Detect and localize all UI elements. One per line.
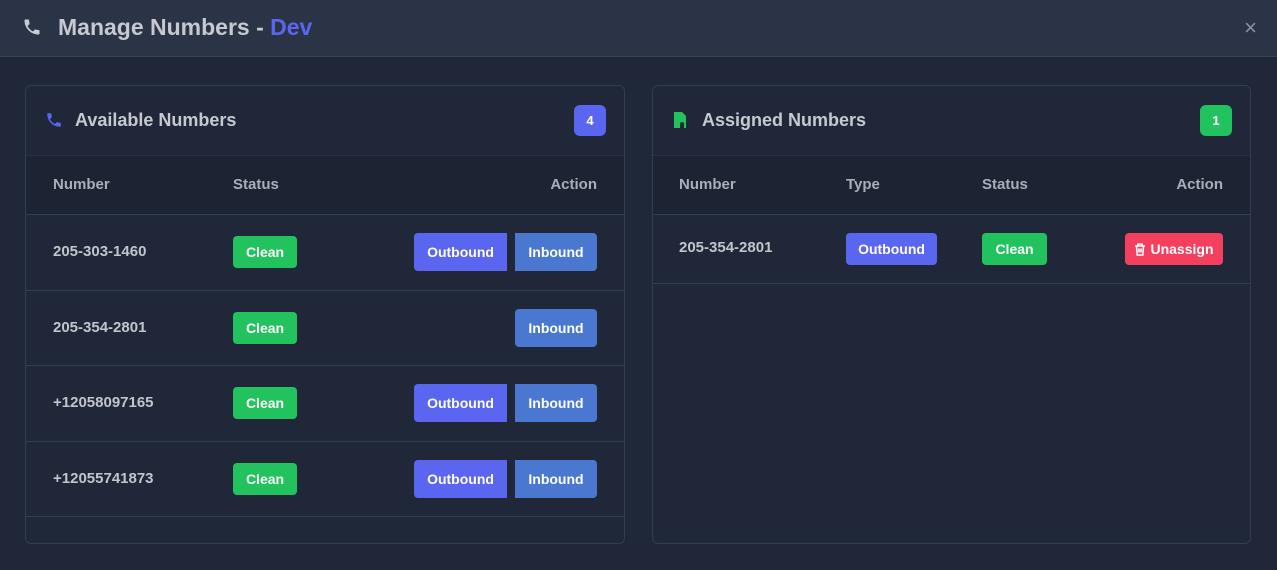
phone-icon <box>47 113 61 127</box>
table-row: 205-354-2801 Clean Inbound <box>26 291 624 366</box>
phone-number: +12058097165 <box>53 394 154 411</box>
environment-name: Dev <box>270 14 313 40</box>
inbound-button[interactable]: Inbound <box>515 384 597 422</box>
status-badge: Clean <box>233 311 297 344</box>
outbound-button[interactable]: Outbound <box>414 384 507 422</box>
table-row: 205-354-2801 Outbound Clean Unassign <box>653 215 1250 284</box>
phone-number: 205-303-1460 <box>53 243 147 260</box>
outbound-button[interactable]: Outbound <box>414 459 507 498</box>
column-action: Action <box>1176 176 1223 193</box>
available-numbers-panel: Available Numbers 4 Number Status Action… <box>25 85 625 544</box>
assigned-numbers-panel: Assigned Numbers 1 Number Type Status Ac… <box>652 85 1251 544</box>
table-header: Number Type Status Action <box>653 156 1250 215</box>
status-badge: Clean <box>233 387 297 419</box>
inbound-button[interactable]: Inbound <box>515 459 597 498</box>
sim-card-icon <box>674 112 686 128</box>
panel-title: Assigned Numbers <box>702 110 867 130</box>
phone-number: +12055741873 <box>53 469 154 487</box>
modal-header: Manage Numbers - Dev × <box>0 0 1277 57</box>
trash-icon <box>1135 242 1146 256</box>
modal-title: Manage Numbers - Dev <box>58 14 313 40</box>
column-number: Number <box>679 176 736 193</box>
table-row: 205-303-1460 Clean Outbound Inbound <box>26 215 624 291</box>
inbound-button[interactable]: Inbound <box>515 308 597 347</box>
status-badge: Clean <box>233 236 297 268</box>
count-badge: 4 <box>574 105 606 136</box>
phone-number: 205-354-2801 <box>53 318 147 336</box>
close-icon[interactable]: × <box>1244 15 1257 41</box>
column-type: Type <box>846 176 880 193</box>
column-number: Number <box>53 176 110 193</box>
phone-number: 205-354-2801 <box>679 239 773 256</box>
status-badge: Clean <box>982 233 1047 265</box>
type-badge: Outbound <box>846 233 937 265</box>
table-row: +12058097165 Clean Outbound Inbound <box>26 366 624 442</box>
table-header: Number Status Action <box>26 156 624 215</box>
column-action: Action <box>550 176 597 193</box>
unassign-button[interactable]: Unassign <box>1125 233 1223 265</box>
status-badge: Clean <box>233 462 297 495</box>
outbound-button[interactable]: Outbound <box>414 233 507 271</box>
column-status: Status <box>982 176 1028 193</box>
phone-icon <box>24 19 40 35</box>
column-status: Status <box>233 176 279 193</box>
inbound-button[interactable]: Inbound <box>515 233 597 271</box>
unassign-label: Unassign <box>1150 241 1214 257</box>
count-badge: 1 <box>1200 105 1232 136</box>
panel-title: Available Numbers <box>75 110 237 130</box>
table-row: +12055741873 Clean Outbound Inbound <box>26 442 624 517</box>
